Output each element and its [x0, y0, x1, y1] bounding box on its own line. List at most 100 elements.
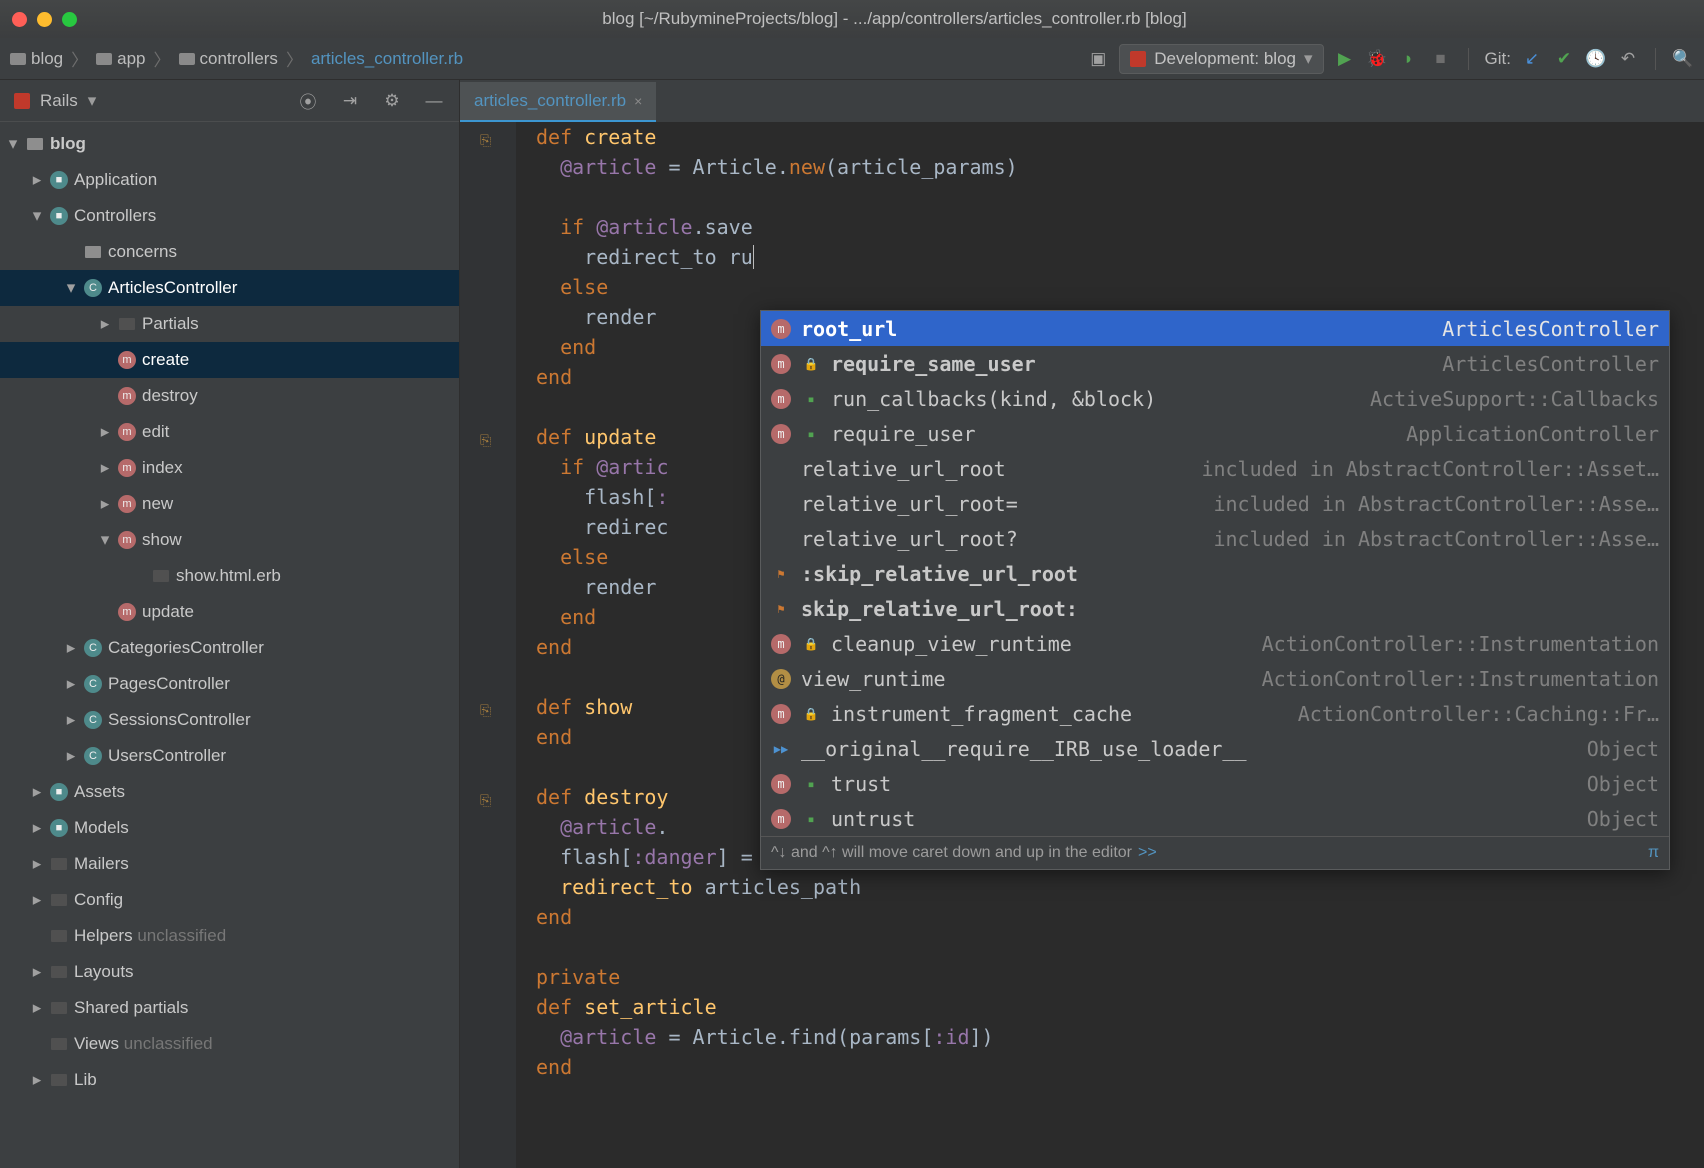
project-sidebar: Rails ▾ ⦿ ⇥ ⚙ — ▾blog ▸■Application ▾■Co…	[0, 80, 460, 1168]
tree-node[interactable]: mupdate	[0, 594, 459, 630]
breadcrumb-item-active[interactable]: articles_controller.rb	[311, 49, 463, 69]
tree-node[interactable]: ▸Layouts	[0, 954, 459, 990]
class-icon: C	[84, 279, 102, 297]
tree-node[interactable]: ▸CUsersController	[0, 738, 459, 774]
gear-icon[interactable]: ⚙	[381, 90, 403, 112]
tree-node[interactable]: ▸CSessionsController	[0, 702, 459, 738]
tab-label: articles_controller.rb	[474, 91, 626, 111]
tree-node-create[interactable]: mcreate	[0, 342, 459, 378]
debug-button[interactable]: 🐞	[1366, 48, 1388, 70]
breadcrumb-item[interactable]: blog	[10, 49, 63, 69]
git-label: Git:	[1485, 49, 1511, 69]
tree-node[interactable]: ▸Shared partials	[0, 990, 459, 1026]
tree-node[interactable]: ▸■Models	[0, 810, 459, 846]
tree-node[interactable]: ▸CPagesController	[0, 666, 459, 702]
completion-name: root_url	[801, 317, 1432, 341]
arrow-icon: ▶▶	[771, 739, 791, 759]
window-title: blog [~/RubymineProjects/blog] - .../app…	[97, 9, 1692, 29]
close-icon[interactable]: ×	[634, 93, 642, 109]
completion-item[interactable]: mroot_urlArticlesController	[761, 311, 1669, 346]
run-target-icon[interactable]: ▣	[1087, 48, 1109, 70]
completion-item[interactable]: @view_runtimeActionController::Instrumen…	[761, 661, 1669, 696]
close-window-button[interactable]	[12, 12, 27, 27]
collapse-icon[interactable]: ⇥	[339, 90, 361, 112]
tree-node[interactable]: ▸mnew	[0, 486, 459, 522]
hint-link[interactable]: >>	[1138, 844, 1157, 862]
vcs-history-button[interactable]: 🕓	[1585, 48, 1607, 70]
editor-tab-active[interactable]: articles_controller.rb ×	[460, 82, 656, 122]
completion-item[interactable]: m▪untrustObject	[761, 801, 1669, 836]
module-icon: ■	[50, 783, 68, 801]
zoom-window-button[interactable]	[62, 12, 77, 27]
tree-node[interactable]: ▸medit	[0, 414, 459, 450]
tree-node[interactable]: ▸mindex	[0, 450, 459, 486]
gutter-marker-icon[interactable]: ⎘	[480, 132, 491, 149]
completion-item[interactable]: relative_url_root?included in AbstractCo…	[761, 521, 1669, 556]
coverage-button[interactable]: ◗	[1398, 48, 1420, 70]
completion-name: untrust	[831, 807, 1577, 831]
tree-node[interactable]: ▸■Assets	[0, 774, 459, 810]
gutter-marker-icon[interactable]: ⎘	[480, 792, 491, 809]
completion-item[interactable]: m🔒require_same_userArticlesController	[761, 346, 1669, 381]
tree-node[interactable]: ▸Config	[0, 882, 459, 918]
completion-item[interactable]: m🔒cleanup_view_runtimeActionController::…	[761, 626, 1669, 661]
completion-item[interactable]: m🔒instrument_fragment_cacheActionControl…	[761, 696, 1669, 731]
vcs-update-button[interactable]: ↙	[1521, 48, 1543, 70]
run-config-dropdown[interactable]: Development: blog ▾	[1119, 44, 1323, 74]
tree-label: SessionsController	[108, 710, 251, 730]
completion-item[interactable]: m▪trustObject	[761, 766, 1669, 801]
minimize-window-button[interactable]	[37, 12, 52, 27]
pi-icon[interactable]: π	[1648, 844, 1659, 862]
tree-node[interactable]: ▸Mailers	[0, 846, 459, 882]
folder-icon	[96, 53, 112, 65]
gutter-marker-icon[interactable]: ⎘	[480, 702, 491, 719]
tree-node[interactable]: ▸Partials	[0, 306, 459, 342]
method-icon: m	[771, 634, 791, 654]
tree-node[interactable]: ▾■Controllers	[0, 198, 459, 234]
search-button[interactable]: 🔍	[1672, 48, 1694, 70]
breadcrumb: blog 〉 app 〉 controllers 〉 articles_cont…	[10, 46, 463, 71]
breadcrumb-item[interactable]: controllers	[179, 49, 278, 69]
rails-icon	[14, 93, 30, 109]
completion-item[interactable]: ▶▶__original__require__IRB_use_loader__O…	[761, 731, 1669, 766]
tree-node[interactable]: mdestroy	[0, 378, 459, 414]
tree-node[interactable]: ▸CCategoriesController	[0, 630, 459, 666]
gutter-marker-icon[interactable]: ⎘	[480, 432, 491, 449]
tree-label: Shared partials	[74, 998, 188, 1018]
completion-item[interactable]: relative_url_rootincluded in AbstractCon…	[761, 451, 1669, 486]
tree-label: Helpers unclassified	[74, 926, 226, 946]
run-button[interactable]: ▶	[1334, 48, 1356, 70]
tree-node[interactable]: concerns	[0, 234, 459, 270]
hide-icon[interactable]: —	[423, 90, 445, 112]
completion-context: ApplicationController	[1406, 422, 1659, 446]
method-icon: m	[118, 459, 136, 477]
tree-node[interactable]: ▸Lib	[0, 1062, 459, 1098]
completion-context: included in AbstractController::Asse…	[1213, 492, 1659, 516]
chevron-right-icon: 〉	[154, 46, 171, 71]
tree-node[interactable]: Views unclassified	[0, 1026, 459, 1062]
locate-icon[interactable]: ⦿	[297, 90, 319, 112]
method-icon: m	[118, 495, 136, 513]
chevron-down-icon[interactable]: ▾	[88, 91, 97, 111]
vcs-commit-button[interactable]: ✔	[1553, 48, 1575, 70]
method-icon: m	[771, 389, 791, 409]
completion-name: instrument_fragment_cache	[831, 702, 1288, 726]
completion-item[interactable]: ⚑:skip_relative_url_root	[761, 556, 1669, 591]
folder-icon	[119, 318, 135, 330]
folder-icon	[51, 1074, 67, 1086]
vcs-revert-button[interactable]: ↶	[1617, 48, 1639, 70]
tree-label: UsersController	[108, 746, 226, 766]
completion-item[interactable]: ⚑skip_relative_url_root:	[761, 591, 1669, 626]
tree-node[interactable]: show.html.erb	[0, 558, 459, 594]
completion-item[interactable]: m▪run_callbacks(kind, &block)ActiveSuppo…	[761, 381, 1669, 416]
stop-button[interactable]: ■	[1430, 48, 1452, 70]
completion-popup: mroot_urlArticlesControllerm🔒require_sam…	[760, 310, 1670, 870]
completion-item[interactable]: relative_url_root=included in AbstractCo…	[761, 486, 1669, 521]
tree-node-root[interactable]: ▾blog	[0, 126, 459, 162]
tree-node[interactable]: ▾mshow	[0, 522, 459, 558]
tree-node-articles[interactable]: ▾CArticlesController	[0, 270, 459, 306]
tree-node[interactable]: ▸■Application	[0, 162, 459, 198]
tree-node[interactable]: Helpers unclassified	[0, 918, 459, 954]
breadcrumb-item[interactable]: app	[96, 49, 145, 69]
completion-item[interactable]: m▪require_userApplicationController	[761, 416, 1669, 451]
